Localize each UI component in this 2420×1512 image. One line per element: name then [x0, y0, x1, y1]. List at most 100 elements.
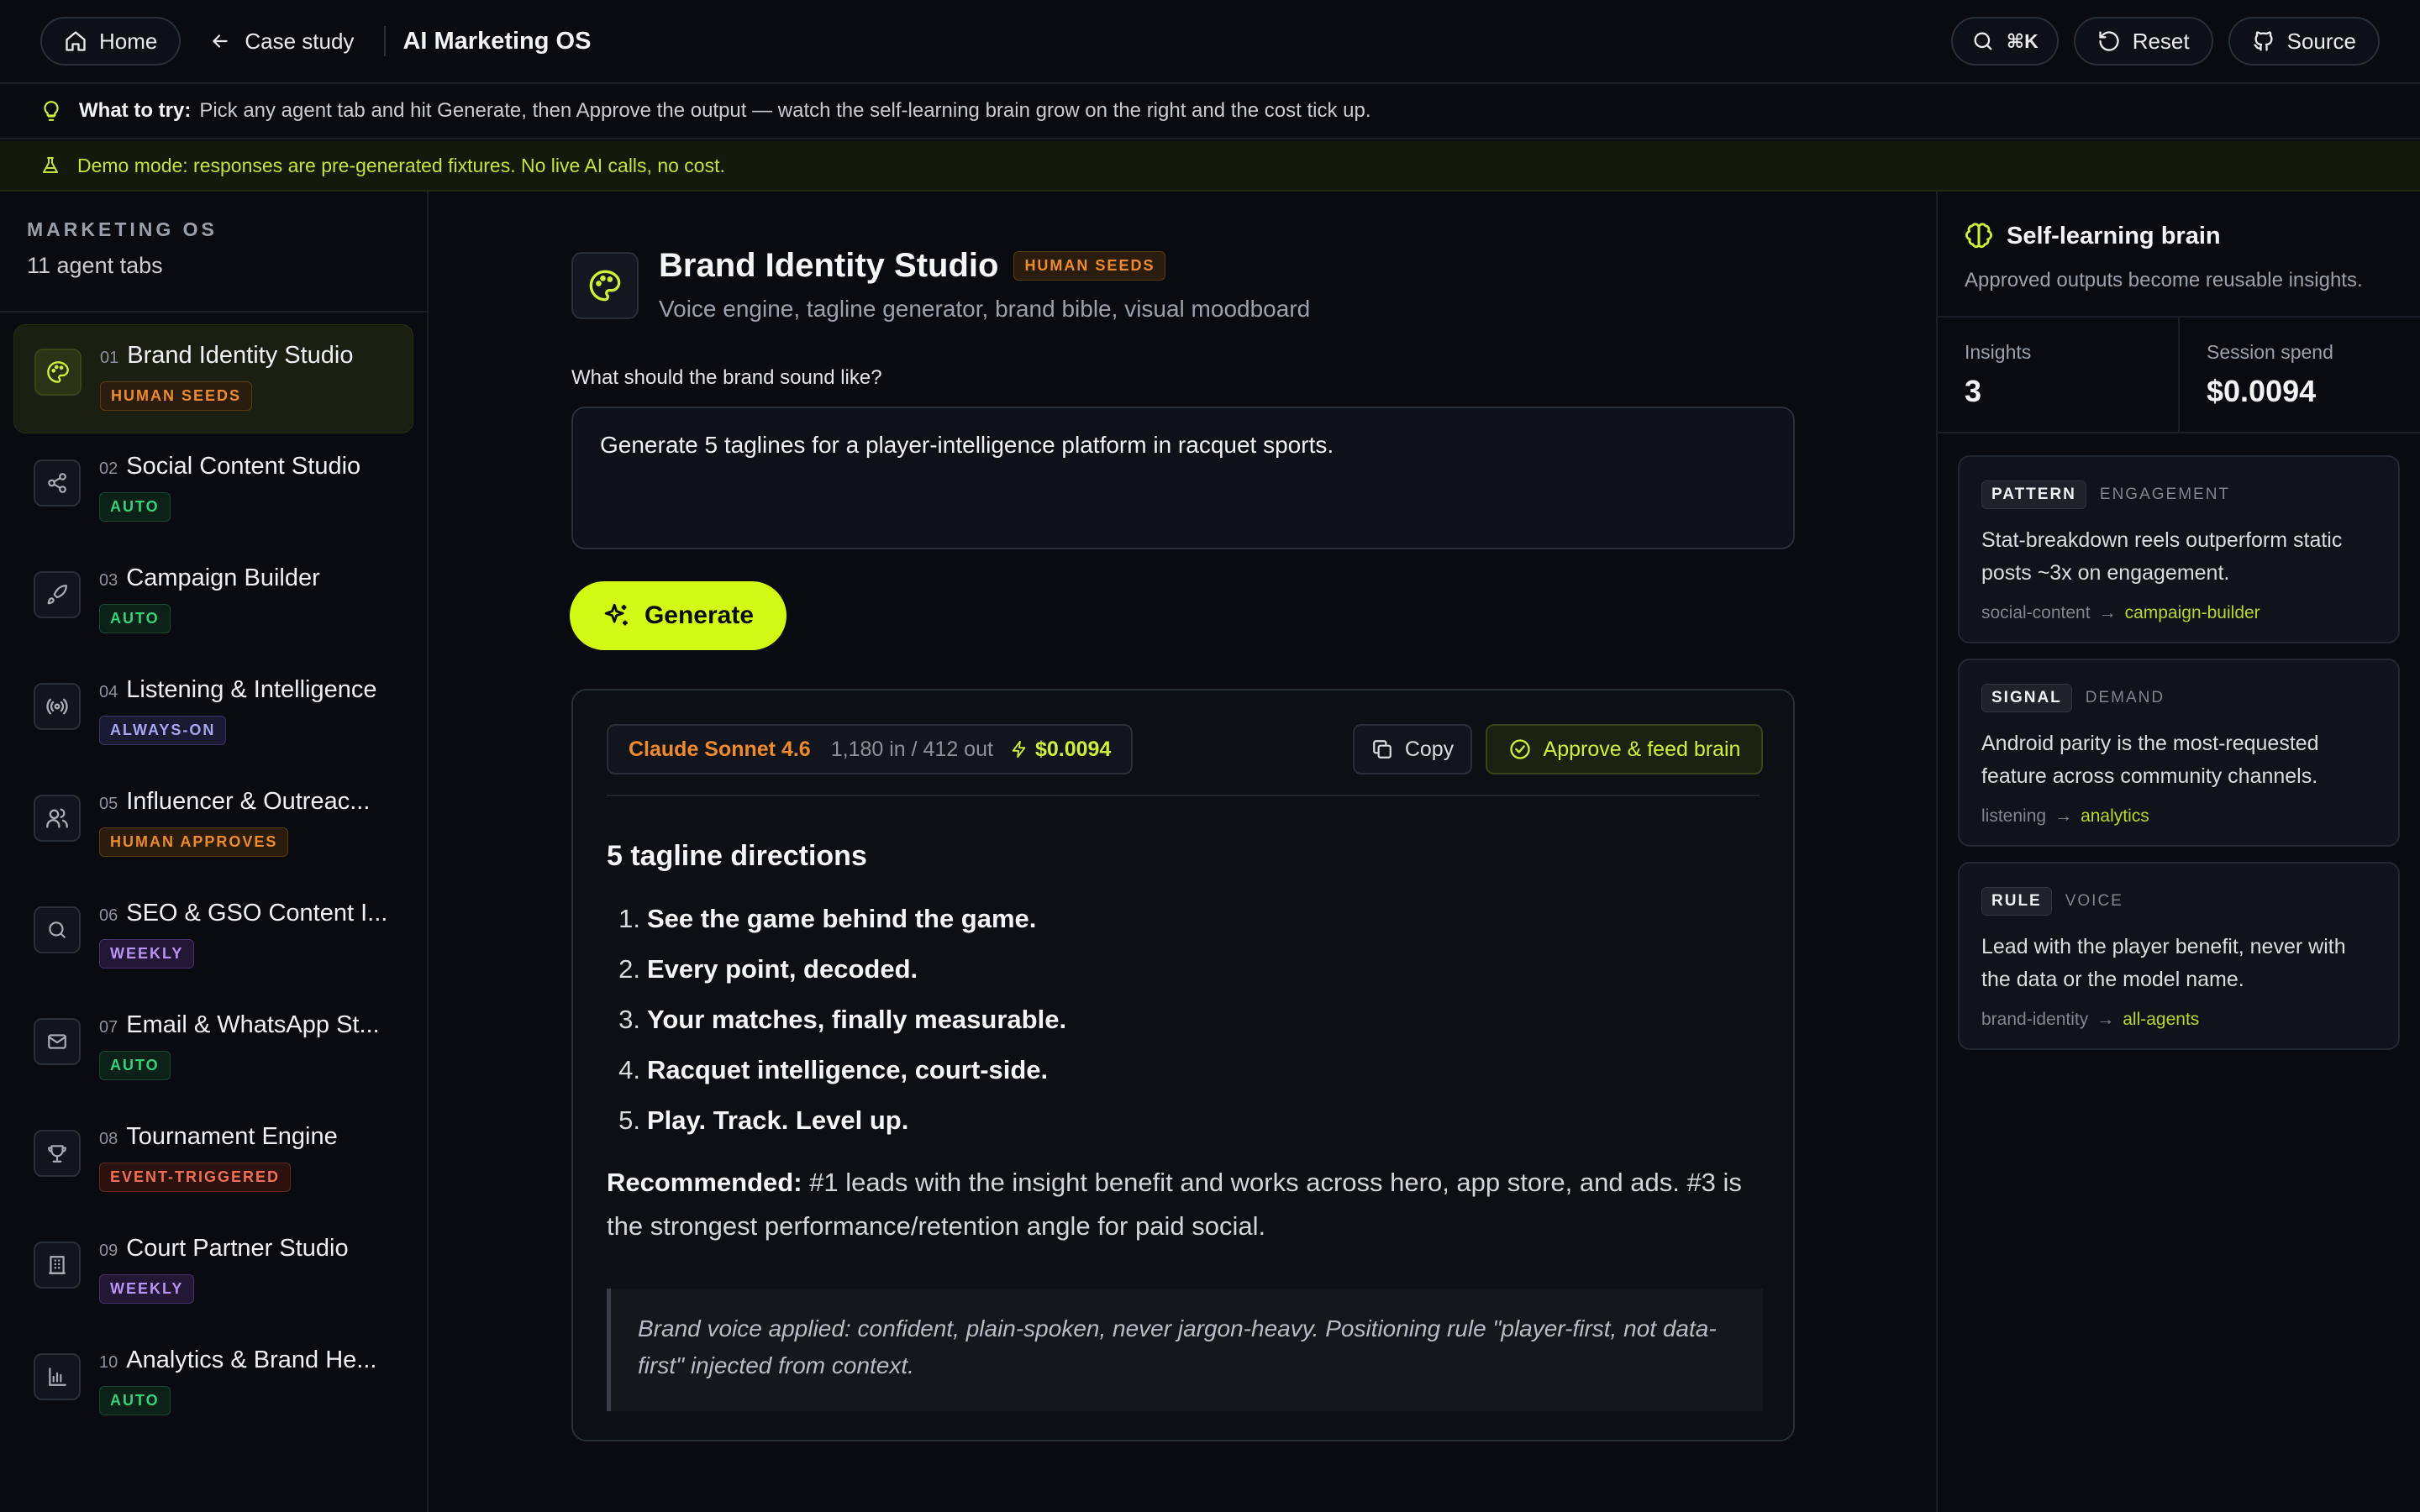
item-title: Campaign Builder: [126, 564, 320, 591]
home-icon: [66, 31, 86, 51]
item-number: 07: [99, 1018, 118, 1037]
agent-sidebar: MARKETING OS 11 agent tabs 01 Brand Ident…: [0, 192, 429, 1512]
sidebar-item-tournament[interactable]: 08 Tournament Engine EVENT-TRIGGERED: [13, 1106, 413, 1215]
sidebar-item-seo[interactable]: 06 SEO & GSO Content I... WEEKLY: [13, 883, 413, 992]
item-title: Social Content Studio: [126, 453, 361, 480]
insight-text: Lead with the player benefit, never with…: [1981, 935, 2346, 991]
self-learning-brain-panel: Self-learning brain Approved outputs bec…: [1936, 192, 2420, 1512]
item-number: 08: [99, 1130, 118, 1148]
copy-button[interactable]: Copy: [1353, 724, 1472, 774]
insight-category: VOICE: [2065, 892, 2123, 910]
home-button[interactable]: Home: [40, 17, 182, 66]
users-icon: [34, 795, 81, 842]
reset-label: Reset: [2132, 28, 2190, 54]
insight-kind: PATTERN: [1981, 480, 2086, 509]
demo-mode-text: Demo mode: responses are pre-generated f…: [77, 154, 725, 176]
item-title: Brand Identity Studio: [127, 342, 354, 369]
page-subtitle: Voice engine, tagline generator, brand b…: [659, 296, 1311, 322]
building-icon: [34, 1242, 81, 1289]
token-count: 1,180 in / 412 out: [830, 737, 993, 761]
list-item: 4. Racquet intelligence, court-side.: [607, 1045, 1066, 1095]
item-number: 06: [99, 906, 118, 925]
item-number: 05: [99, 795, 118, 813]
insights-label: Insights: [1965, 341, 2032, 363]
back-to-case-study-link[interactable]: Case study: [209, 29, 354, 55]
insight-source: listening: [1981, 806, 2047, 826]
copy-label: Copy: [1404, 737, 1455, 761]
insight-category: DEMAND: [2085, 689, 2165, 706]
sidebar-count: 11 agent tabs: [27, 253, 163, 278]
list-item: 2. Every point, decoded.: [607, 944, 1066, 995]
agent-list: 01 Brand Identity Studio HUMAN SEEDS 02 So…: [0, 312, 427, 1453]
reset-icon: [2099, 31, 2119, 51]
approve-feed-brain-button[interactable]: Approve & feed brain: [1486, 724, 1763, 774]
tagline-text: Your matches, finally measurable.: [647, 1005, 1067, 1034]
item-title: Influencer & Outreac...: [126, 788, 371, 815]
command-search-button[interactable]: ⌘K: [1950, 17, 2059, 66]
sidebar-item-email-whatsapp[interactable]: 07 Email & WhatsApp St... AUTO: [13, 995, 413, 1104]
sidebar-item-campaign-builder[interactable]: 03 Campaign Builder AUTO: [13, 548, 413, 657]
search-shortcut: ⌘K: [2006, 29, 2039, 52]
source-label: Source: [2286, 28, 2356, 54]
tagline-text: Racquet intelligence, court-side.: [647, 1055, 1049, 1084]
insight-kind: SIGNAL: [1981, 684, 2072, 712]
sidebar-item-court-partner[interactable]: 09 Court Partner Studio WEEKLY: [13, 1218, 413, 1327]
tagline-text: See the game behind the game.: [647, 904, 1037, 933]
reset-button[interactable]: Reset: [2073, 17, 2213, 66]
output-heading: 5 tagline directions: [607, 840, 867, 872]
insights-stat: Insights 3: [1938, 318, 2178, 432]
insight-target: campaign-builder: [2124, 603, 2260, 622]
cost-value: $0.0094: [1034, 737, 1112, 761]
github-icon: [2253, 31, 2273, 51]
demo-mode-banner: Demo mode: responses are pre-generated f…: [0, 141, 2420, 192]
mode-badge: HUMAN SEEDS: [1013, 251, 1166, 281]
model-name: Claude Sonnet 4.6: [629, 737, 811, 761]
item-number: 02: [99, 459, 118, 478]
item-title: Court Partner Studio: [126, 1235, 349, 1262]
tagline-text: Play. Track. Level up.: [647, 1105, 909, 1135]
insight-kind: RULE: [1981, 887, 2052, 916]
rocket-icon: [34, 571, 81, 618]
item-number: 03: [99, 571, 118, 590]
spend-label: Session spend: [2207, 341, 2333, 363]
search-icon: [34, 906, 81, 953]
divider: [607, 795, 1760, 796]
palette-icon: [571, 252, 639, 319]
item-number: 01: [100, 349, 119, 367]
sidebar-item-analytics[interactable]: 10 Analytics & Brand He... AUTO: [13, 1330, 413, 1439]
recommendation-lead: Recommended:: [607, 1168, 802, 1197]
divider: [384, 26, 387, 56]
approve-label: Approve & feed brain: [1543, 737, 1741, 761]
tip-banner: What to try: Pick any agent tab and hit …: [0, 84, 2420, 139]
lightbulb-icon: [44, 101, 59, 121]
generate-button[interactable]: Generate: [570, 581, 786, 650]
arrow-right-icon: →: [2054, 806, 2073, 826]
mode-badge: AUTO: [99, 1386, 171, 1415]
home-label: Home: [99, 28, 158, 54]
sidebar-kicker: MARKETING OS: [27, 218, 218, 240]
session-spend-stat: Session spend $0.0094: [2178, 318, 2420, 432]
sidebar-item-listening[interactable]: 04 Listening & Intelligence ALWAYS-ON: [13, 659, 413, 769]
generate-label: Generate: [644, 601, 755, 629]
item-number: 1.: [618, 904, 640, 933]
mode-badge: AUTO: [99, 604, 171, 633]
arrow-left-icon: [213, 34, 229, 48]
source-button[interactable]: Source: [2228, 17, 2380, 66]
panel-title: Self-learning brain: [2007, 222, 2221, 249]
item-title: Analytics & Brand He...: [126, 1347, 377, 1373]
prompt-textarea[interactable]: Generate 5 taglines for a player-intelli…: [571, 407, 1795, 549]
trophy-icon: [34, 1130, 81, 1177]
arrow-right-icon: →: [2098, 603, 2117, 622]
flask-icon: [43, 157, 58, 173]
mode-badge: EVENT-TRIGGERED: [99, 1163, 292, 1192]
sidebar-item-social-content[interactable]: 02 Social Content Studio AUTO: [13, 436, 413, 545]
brain-icon: [1965, 223, 1992, 249]
share-icon: [34, 459, 81, 507]
insight-source: social-content: [1981, 603, 2091, 622]
item-number: 10: [99, 1353, 118, 1372]
sidebar-item-brand-identity[interactable]: 01 Brand Identity Studio HUMAN SEEDS: [13, 324, 413, 433]
sidebar-item-influencer[interactable]: 05 Influencer & Outreac... HUMAN APPROVES: [13, 771, 413, 880]
insight-target: analytics: [2081, 806, 2149, 826]
prompt-label: What should the brand sound like?: [571, 366, 882, 389]
top-bar: Home Case study AI Marketing OS ⌘K Reset…: [0, 0, 2420, 84]
